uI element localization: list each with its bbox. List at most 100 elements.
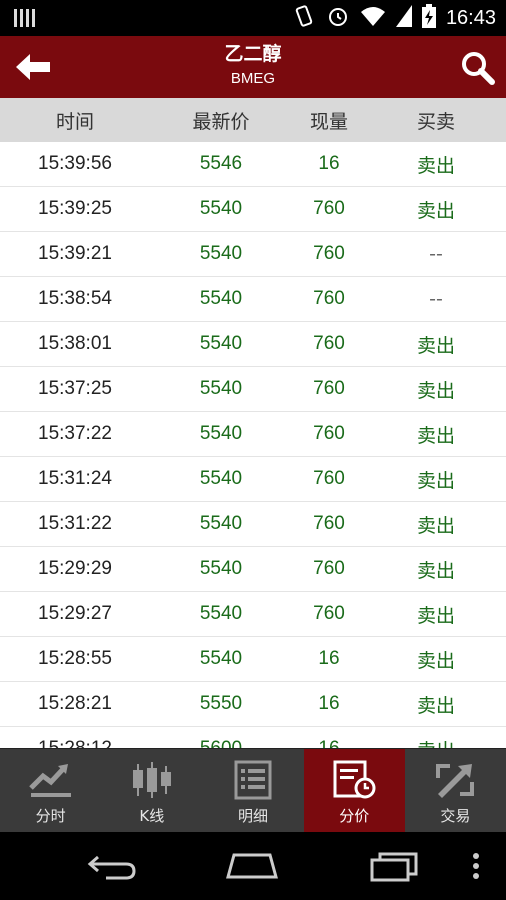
- battery-charging-icon: [421, 4, 436, 32]
- cell-time: 15:38:54: [38, 288, 112, 309]
- table-row: 15:28:21 5550 16 卖出: [0, 682, 506, 727]
- overflow-menu-button[interactable]: [456, 846, 496, 886]
- cell-signal-icon: [395, 5, 412, 31]
- cell-side: 卖出: [416, 379, 455, 402]
- cell-volume: 16: [292, 738, 366, 748]
- table-row: 15:28:12 5600 16 卖出: [0, 727, 506, 748]
- cell-time: 15:31:24: [38, 468, 112, 489]
- tab-detail[interactable]: 明细: [202, 749, 303, 832]
- nav-back-icon: [87, 855, 136, 880]
- column-header-volume: 现量: [309, 110, 348, 133]
- system-nav-bar: [0, 832, 506, 900]
- cell-price: 5550: [199, 693, 243, 714]
- cell-volume: 16: [318, 693, 340, 714]
- cell-time: 15:29:27: [38, 603, 112, 624]
- tab-intraday[interactable]: 分时: [0, 749, 101, 832]
- cell-volume: 760: [313, 288, 345, 309]
- status-bar: 16:43: [0, 0, 506, 36]
- cell-price: 5540: [199, 558, 243, 579]
- back-button[interactable]: [10, 46, 56, 88]
- cell-price: 5546: [199, 153, 243, 174]
- cell-time: 15:39:56: [38, 153, 112, 174]
- back-arrow-icon: [16, 54, 50, 80]
- cell-side: 卖出: [416, 604, 455, 627]
- column-header-time: 时间: [55, 110, 94, 133]
- tab-kline[interactable]: K线: [101, 749, 202, 832]
- search-button[interactable]: [454, 46, 500, 88]
- cell-price: 5540: [199, 378, 243, 399]
- app-header: 乙二醇 BMEG: [0, 36, 506, 98]
- cell-side: 卖出: [416, 694, 455, 717]
- tab-label: 明细: [238, 807, 269, 825]
- nav-home-button[interactable]: [222, 846, 282, 886]
- nav-recents-button[interactable]: [364, 846, 424, 886]
- table-row: 15:37:25 5540 760 卖出: [0, 367, 506, 412]
- table-row: 15:31:24 5540 760 卖出: [0, 457, 506, 502]
- candlestick-icon: [129, 759, 175, 801]
- cell-side: --: [429, 243, 443, 265]
- table-row: 15:38:01 5540 760 卖出: [0, 322, 506, 367]
- wifi-icon: [360, 5, 386, 31]
- table-row: 15:29:27 5540 760 卖出: [0, 592, 506, 637]
- cell-price: 5540: [199, 423, 243, 444]
- cell-price: 5600: [150, 738, 292, 748]
- cell-volume: 760: [313, 198, 345, 219]
- overflow-menu-icon: [473, 853, 479, 879]
- nav-back-button[interactable]: [82, 846, 142, 886]
- cell-volume: 760: [313, 378, 345, 399]
- table-row: 15:28:55 5540 16 卖出: [0, 637, 506, 682]
- tab-label: K线: [139, 807, 165, 825]
- status-clock: 16:43: [445, 6, 496, 29]
- cell-side: 卖出: [416, 649, 455, 672]
- cell-side: 卖出: [416, 199, 455, 222]
- cell-time: 15:39:21: [38, 243, 112, 264]
- cell-volume: 760: [313, 243, 345, 264]
- price-distribution-icon: [331, 759, 377, 801]
- trade-arrows-icon: [432, 759, 478, 801]
- tab-trade[interactable]: 交易: [405, 749, 506, 832]
- page-subtitle: BMEG: [230, 70, 276, 87]
- cell-price: 5540: [199, 198, 243, 219]
- table-row: 15:37:22 5540 760 卖出: [0, 412, 506, 457]
- table-row: 15:29:29 5540 760 卖出: [0, 547, 506, 592]
- cell-time: 15:29:29: [38, 558, 112, 579]
- signal-bars-icon: [14, 9, 35, 27]
- cell-time: 15:28:55: [38, 648, 112, 669]
- cell-time: 15:37:22: [38, 423, 112, 444]
- cell-time: 15:39:25: [38, 198, 112, 219]
- cell-side: 卖出: [366, 736, 506, 749]
- cell-price: 5540: [199, 333, 243, 354]
- cell-side: 卖出: [416, 424, 455, 447]
- cell-time: 15:28:21: [38, 693, 112, 714]
- table-row: 15:38:54 5540 760 --: [0, 277, 506, 322]
- nav-recents-icon: [370, 852, 418, 882]
- table-row: 15:31:22 5540 760 卖出: [0, 502, 506, 547]
- table-row: 15:39:25 5540 760 卖出: [0, 187, 506, 232]
- cell-volume: 760: [313, 558, 345, 579]
- tab-label: 分价: [339, 807, 370, 825]
- cell-time: 15:31:22: [38, 513, 112, 534]
- column-header-side: 买卖: [416, 110, 455, 133]
- table-row: 15:39:56 5546 16 卖出: [0, 142, 506, 187]
- cell-time: 15:28:12: [0, 738, 150, 748]
- trade-list[interactable]: 15:39:56 5546 16 卖出 15:39:25 5540 760 卖出…: [0, 142, 506, 748]
- tab-price-distribution[interactable]: 分价: [303, 749, 405, 832]
- cell-price: 5540: [199, 603, 243, 624]
- page-title: 乙二醇: [224, 43, 282, 65]
- column-header-price: 最新价: [192, 110, 250, 133]
- cell-side: 卖出: [416, 559, 455, 582]
- cell-price: 5540: [199, 288, 243, 309]
- cell-price: 5540: [199, 513, 243, 534]
- cell-volume: 760: [313, 468, 345, 489]
- tab-label: 交易: [440, 807, 471, 825]
- table-row: 15:39:21 5540 760 --: [0, 232, 506, 277]
- tab-label: 分时: [35, 807, 66, 825]
- cell-side: 卖出: [416, 469, 455, 492]
- cell-side: --: [429, 288, 443, 310]
- cell-volume: 16: [318, 153, 340, 174]
- cell-volume: 760: [313, 423, 345, 444]
- detail-list-icon: [230, 759, 276, 801]
- bottom-tab-bar: 分时 K线 明细 分价 交易: [0, 748, 506, 832]
- cell-side: 卖出: [416, 514, 455, 537]
- cell-time: 15:37:25: [38, 378, 112, 399]
